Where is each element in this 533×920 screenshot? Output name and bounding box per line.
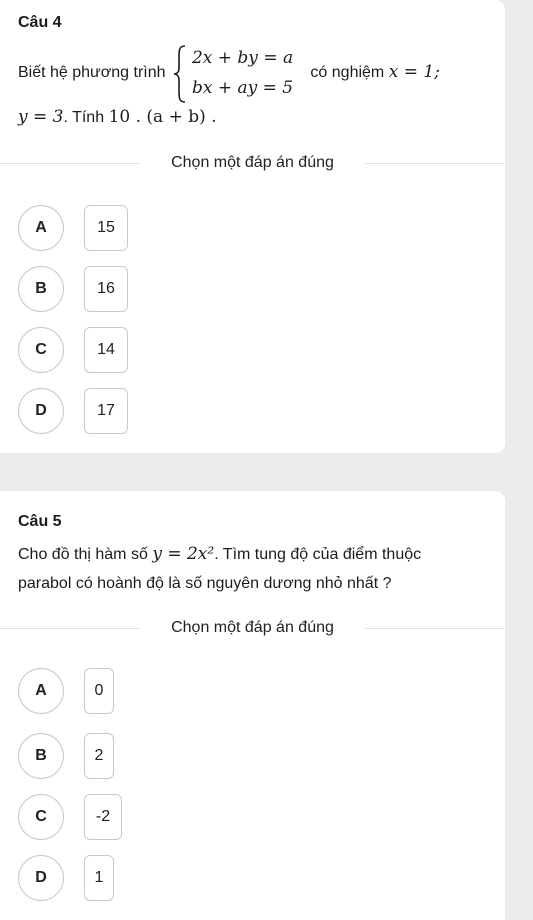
question-text-suffix: . Tìm tung độ của điểm thuộc bbox=[214, 546, 422, 563]
equation-system: 2x + by = a bx + ay = 5 bbox=[172, 42, 300, 104]
divider-line-right bbox=[365, 628, 505, 629]
solution-y: y = 3 bbox=[18, 107, 64, 127]
option-value[interactable]: -2 bbox=[84, 794, 122, 840]
question-card-5: Câu 5 Cho đồ thị hàm số y = 2x². Tìm tun… bbox=[0, 491, 505, 920]
choose-answer-divider: Chọn một đáp án đúng bbox=[0, 154, 505, 172]
question-number: Câu 5 bbox=[18, 513, 62, 530]
question-text-line2: parabol có hoành độ là số nguyên dương n… bbox=[18, 575, 392, 592]
question-text-line1: Biết hệ phương trình 2x + by = a bx + ay… bbox=[18, 42, 440, 104]
question-number: Câu 4 bbox=[18, 14, 62, 31]
divider-line-right bbox=[365, 163, 505, 164]
option-value[interactable]: 14 bbox=[84, 327, 128, 373]
option-value[interactable]: 16 bbox=[84, 266, 128, 312]
function-expression: y = 2x² bbox=[152, 544, 215, 564]
option-value[interactable]: 0 bbox=[84, 668, 114, 714]
question-text-prefix: Biết hệ phương trình bbox=[18, 64, 166, 82]
option-value[interactable]: 1 bbox=[84, 855, 114, 901]
option-letter[interactable]: B bbox=[18, 733, 64, 779]
option-value[interactable]: 17 bbox=[84, 388, 128, 434]
option-value[interactable]: 15 bbox=[84, 205, 128, 251]
option-letter[interactable]: A bbox=[18, 205, 64, 251]
question-text-line1: Cho đồ thị hàm số y = 2x². Tìm tung độ c… bbox=[18, 539, 421, 570]
option-value[interactable]: 2 bbox=[84, 733, 114, 779]
option-letter[interactable]: C bbox=[18, 327, 64, 373]
equation-1: 2x + by = a bbox=[191, 48, 294, 68]
question-text-compute: . Tính bbox=[63, 109, 105, 126]
solution-x: x = 1; bbox=[388, 62, 440, 83]
expression: 10 . (a + b) . bbox=[108, 107, 217, 127]
brace-icon bbox=[173, 45, 186, 103]
equation-2: bx + ay = 5 bbox=[191, 78, 294, 98]
question-text-line2: y = 3. Tính 10 . (a + b) . bbox=[18, 102, 217, 133]
option-letter[interactable]: B bbox=[18, 266, 64, 312]
option-letter[interactable]: D bbox=[18, 855, 64, 901]
question-text-mid: có nghiệm bbox=[310, 64, 385, 82]
question-text-prefix: Cho đồ thị hàm số bbox=[18, 546, 148, 563]
question-card-4: Câu 4 Biết hệ phương trình 2x + by = a b… bbox=[0, 0, 505, 453]
option-letter[interactable]: C bbox=[18, 794, 64, 840]
choose-answer-divider: Chọn một đáp án đúng bbox=[0, 619, 505, 637]
option-letter[interactable]: D bbox=[18, 388, 64, 434]
option-letter[interactable]: A bbox=[18, 668, 64, 714]
